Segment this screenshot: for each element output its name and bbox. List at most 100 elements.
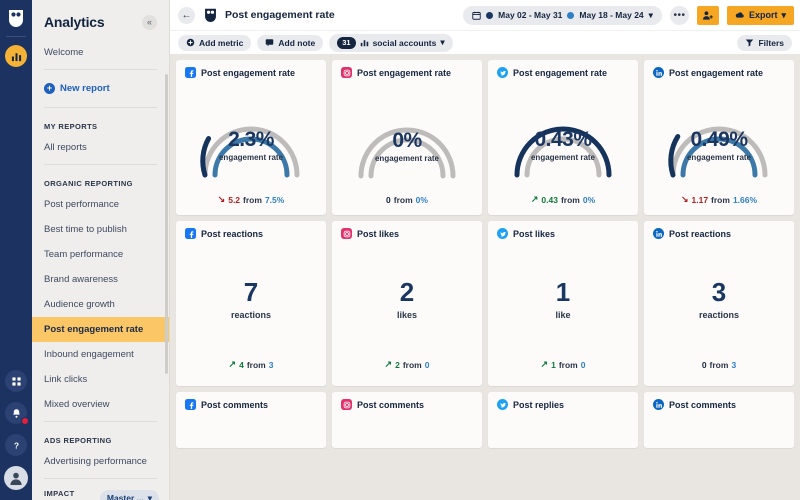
gauge-center-readout: 2.3% engagement rate (195, 129, 307, 162)
metric-card[interactable]: Post comments (332, 392, 482, 448)
metric-card[interactable]: Post engagement rate 0% engagement rate (332, 60, 482, 215)
delta-indicator: 0 from 0% (386, 195, 428, 205)
partial-card-row: Post comments Post comments Post replies… (176, 392, 794, 448)
secondary-range-dot (567, 11, 575, 19)
card-header: Post engagement rate (644, 60, 794, 78)
delta-value: 2 (395, 359, 400, 370)
card-header: Post likes (488, 221, 638, 239)
metric-card[interactable]: Post likes 1 like ↗ 1 from 0 (488, 221, 638, 386)
more-options-button[interactable]: ••• (669, 5, 689, 25)
metric-card[interactable]: Post comments (644, 392, 794, 448)
card-header: Post reactions (176, 221, 326, 239)
metric-card[interactable]: Post engagement rate 2.3% engagement rat… (176, 60, 326, 215)
owl-logo-icon[interactable] (6, 8, 26, 28)
plus-circle-icon: + (44, 83, 55, 94)
delta-value: 0 (701, 360, 707, 370)
master-selector-dropdown[interactable]: Master ... ▾ (99, 489, 159, 500)
user-avatar-icon[interactable] (4, 466, 28, 490)
sidebar-item-inbound-engagement[interactable]: Inbound engagement (32, 342, 169, 367)
metric-value: 7 (243, 276, 259, 307)
sidebar-divider (44, 107, 157, 108)
instagram-icon (341, 399, 352, 410)
sidebar-item-audience-growth[interactable]: Audience growth (32, 292, 169, 317)
delta-indicator: ↗ 1 from 0 (541, 359, 586, 370)
delta-previous-value: 3 (731, 360, 737, 370)
sidebar-scrollbar[interactable] (165, 74, 168, 374)
delta-from-label: from (560, 194, 580, 205)
delta-indicator: 0 from 3 (702, 360, 736, 370)
bell-notifications-icon[interactable] (5, 402, 29, 425)
card-body: 1 like (488, 239, 638, 359)
chevron-double-left-icon[interactable]: « (142, 14, 157, 30)
delta-previous-value: 0% (582, 194, 596, 205)
add-metric-button[interactable]: Add metric (178, 34, 252, 51)
card-title: Post likes (357, 228, 400, 239)
new-report-label: New report (60, 83, 110, 94)
sidebar-item-welcome[interactable]: Welcome (32, 40, 169, 65)
card-title: Post likes (513, 228, 556, 239)
metric-card[interactable]: Post replies (488, 392, 638, 448)
sidebar-item-mixed-overview[interactable]: Mixed overview (32, 392, 169, 417)
social-accounts-count: 31 (337, 36, 356, 49)
export-button[interactable]: Export ▾ (726, 5, 794, 25)
metric-card[interactable]: Post likes 2 likes ↗ 2 from 0 (332, 221, 482, 386)
metric-value: 0.43% (534, 128, 592, 151)
card-body: 2 likes (332, 239, 482, 359)
arrow-up-right-icon: ↗ (530, 194, 539, 204)
sidebar-header: Analytics « (32, 0, 169, 40)
metric-value: 2 (399, 276, 415, 307)
linkedin-icon (653, 399, 664, 410)
card-footer: ↗ 4 from 3 (176, 359, 326, 386)
card-title: Post replies (513, 399, 565, 410)
filters-button[interactable]: Filters (737, 34, 792, 51)
metric-unit: engagement rate (218, 153, 284, 162)
sidebar-item-team-performance[interactable]: Team performance (32, 242, 169, 267)
sidebar-divider (44, 478, 157, 479)
date-range-selector[interactable]: May 02 - May 31 May 18 - May 24 ▾ (463, 5, 662, 25)
gauge-card-row: Post engagement rate 2.3% engagement rat… (176, 60, 794, 215)
metric-card[interactable]: Post engagement rate 0.49% engagement ra… (644, 60, 794, 215)
analytics-bar-chart-icon[interactable] (5, 45, 27, 67)
share-button[interactable] (696, 5, 719, 25)
add-note-button[interactable]: Add note (257, 34, 324, 51)
arrow-up-right-icon: ↗ (384, 359, 393, 369)
card-footer: ↗ 1 from 0 (488, 359, 638, 386)
card-header: Post engagement rate (176, 60, 326, 78)
chevron-down-icon: ▾ (781, 9, 786, 20)
add-note-label: Add note (278, 37, 316, 48)
card-title: Post reactions (201, 228, 264, 239)
export-label: Export (748, 10, 778, 20)
sidebar-item-post-engagement-rate[interactable]: Post engagement rate (32, 317, 169, 342)
new-report-button[interactable]: + New report (32, 74, 169, 103)
delta-previous-value: 0 (424, 359, 430, 370)
social-accounts-selector[interactable]: 31 social accounts ▾ (329, 33, 453, 52)
metric-card[interactable]: Post engagement rate 0.43% engagement ra… (488, 60, 638, 215)
card-title: Post comments (201, 399, 269, 410)
card-body: 0% engagement rate (332, 78, 482, 195)
card-footer: ↗ 0.43 from 0% (488, 194, 638, 215)
card-title: Post engagement rate (669, 67, 764, 78)
sidebar-item-brand-awareness[interactable]: Brand awareness (32, 267, 169, 292)
sidebar-item-post-performance[interactable]: Post performance (32, 192, 169, 217)
sidebar-item-link-clicks[interactable]: Link clicks (32, 367, 169, 392)
linkedin-icon (653, 67, 664, 78)
rail-divider (6, 36, 26, 37)
metric-card[interactable]: Post comments (176, 392, 326, 448)
delta-value: 0 (386, 195, 391, 205)
sidebar-scroll-area[interactable]: Welcome + New report MY REPORTS All repo… (32, 40, 169, 500)
sidebar-item-advertising-performance[interactable]: Advertising performance (32, 449, 169, 474)
sidebar-item-best-time-to-publish[interactable]: Best time to publish (32, 217, 169, 242)
delta-from-label: from (709, 360, 729, 370)
help-question-icon[interactable]: ? (5, 434, 27, 456)
metric-card[interactable]: Post reactions 7 reactions ↗ 4 from 3 (176, 221, 326, 386)
gauge-chart: 0% engagement rate (351, 96, 463, 180)
sidebar-item-all-reports[interactable]: All reports (32, 135, 169, 160)
metric-card[interactable]: Post reactions 3 reactions 0 from 3 (644, 221, 794, 386)
secondary-date-range: May 18 - May 24 (579, 10, 644, 20)
delta-from-label: from (402, 359, 422, 370)
grid-apps-icon[interactable] (5, 370, 27, 392)
social-accounts-label: social accounts (372, 37, 437, 48)
delta-value: 1.17 (691, 194, 709, 205)
arrow-left-icon[interactable]: ← (178, 6, 195, 24)
note-icon (266, 39, 274, 47)
